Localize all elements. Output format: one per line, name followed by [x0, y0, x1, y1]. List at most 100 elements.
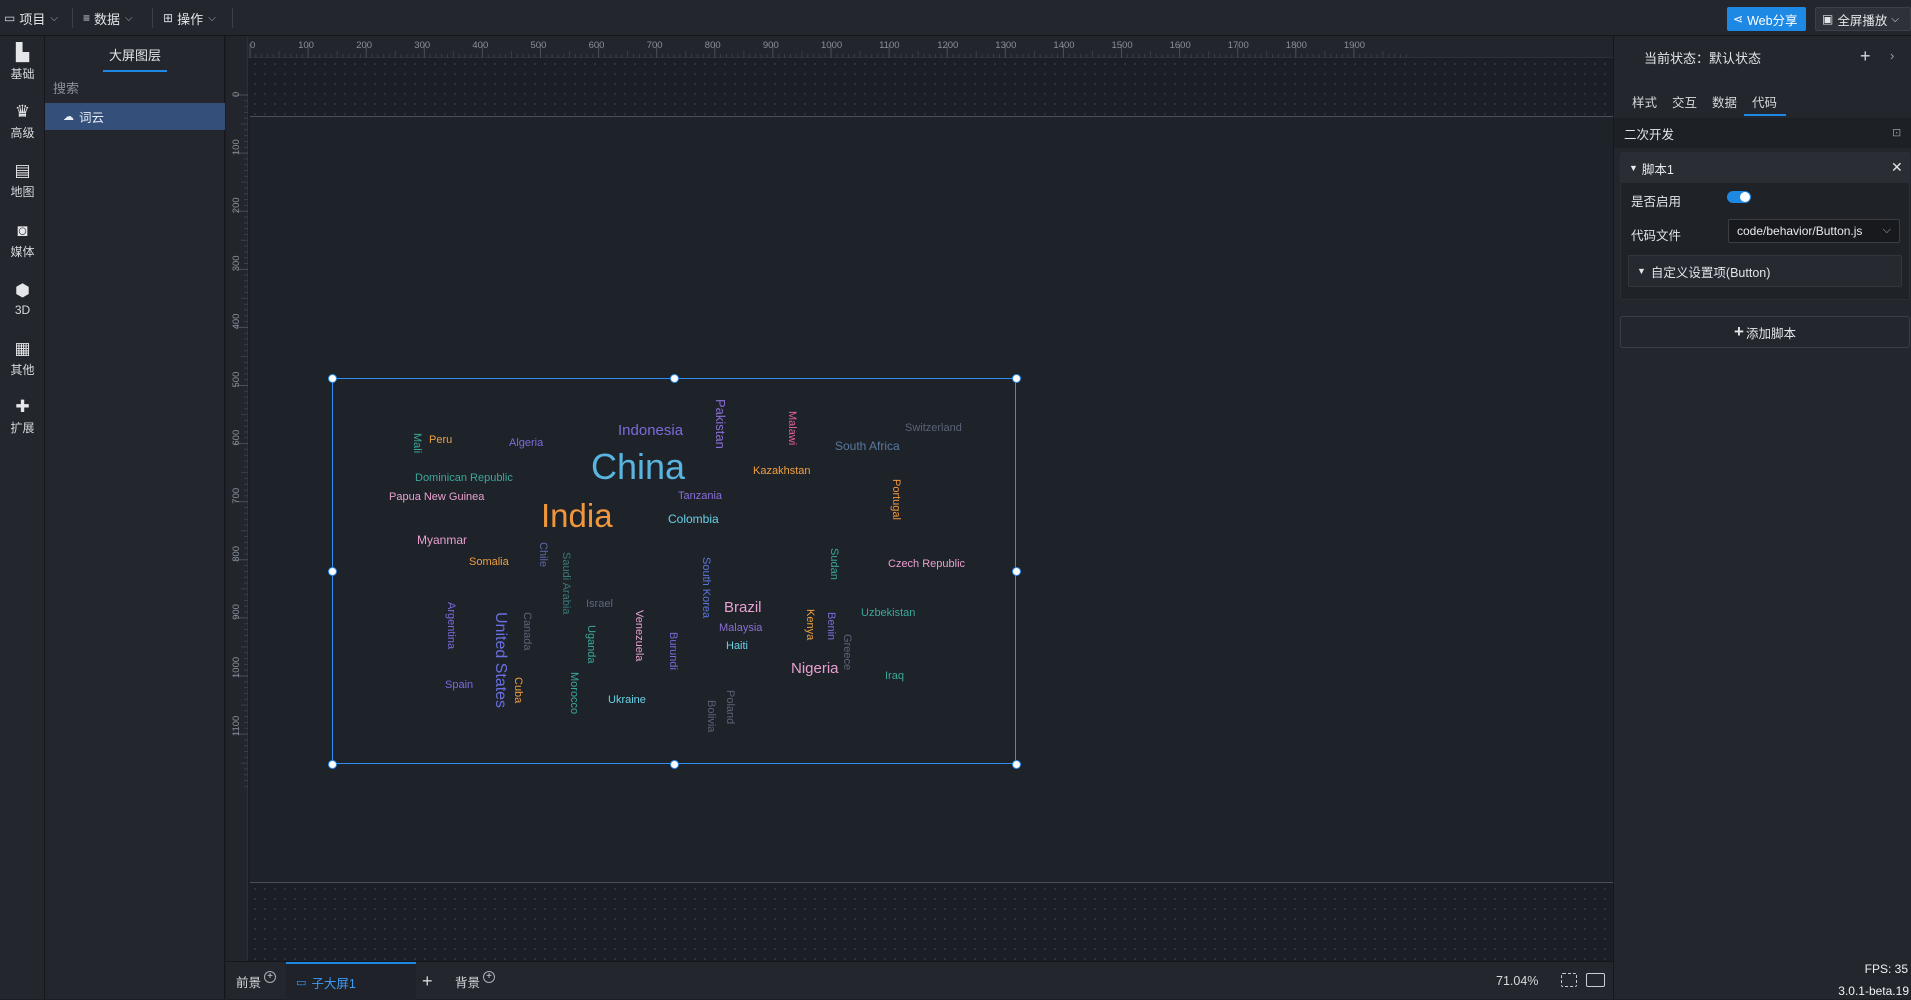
rail-item-3d[interactable]: ⬢ 3D [0, 274, 45, 324]
wordcloud-word: Colombia [668, 512, 719, 526]
fit-screen-icon[interactable] [1561, 973, 1577, 987]
layers-panel-title[interactable]: 大屏图层 [45, 36, 225, 72]
subscreen-label: 子大屏1 [311, 976, 356, 991]
tab-interaction[interactable]: 交互 [1672, 86, 1697, 116]
custom-settings-section[interactable]: ▼ 自定义设置项(Button) [1628, 255, 1902, 287]
wordcloud-word: Spain [445, 679, 474, 691]
wordcloud-word: Israel [586, 598, 613, 610]
add-script-button[interactable]: + 添加脚本 [1620, 316, 1910, 348]
wordcloud-word: Burundi [667, 632, 679, 670]
wordcloud-word: Malawi [786, 411, 798, 446]
wordcloud-widget[interactable]: China India Indonesia Pakistan Malawi Switzer… [327, 373, 1021, 769]
screen-artboard[interactable]: China India Indonesia Pakistan Malawi Switzer… [250, 116, 1613, 883]
web-share-button[interactable]: ⋖ Web分享 [1727, 7, 1806, 31]
ruler-label: 800 [231, 546, 242, 562]
menu-project[interactable]: ▭ 项目 ⌵ [4, 0, 58, 36]
ruler-label: 1000 [231, 657, 242, 678]
tab-data[interactable]: 数据 [1712, 86, 1737, 116]
foreground-tab[interactable]: 前景 + [236, 962, 277, 1000]
close-icon[interactable]: ✕ [1891, 159, 1903, 176]
resize-handle[interactable] [669, 759, 679, 769]
ruler-horizontal-ticks: 0 100 200 300 400 500 600 700 800 900 1000 1100 1200… [249, 40, 1407, 58]
menu-data[interactable]: ≡ 数据 ⌵ [83, 0, 133, 36]
caret-down-icon: ▼ [1629, 163, 1638, 173]
lock-icon[interactable]: ⊡ [1892, 126, 1901, 139]
keyboard-icon[interactable] [1586, 973, 1605, 987]
resize-handle[interactable] [1011, 373, 1021, 383]
rail-item-basic[interactable]: ▙ 基础 [0, 38, 45, 88]
rail-item-label: 其他 [10, 363, 35, 377]
ruler-label: 1600 [1170, 40, 1191, 51]
menu-operation[interactable]: ⊞ 操作 ⌵ [163, 0, 216, 36]
ruler-label: 0 [250, 40, 255, 51]
script-header[interactable]: ▼ 脚本1 ✕ [1621, 153, 1909, 183]
wordcloud-word: Czech Republic [888, 558, 966, 570]
resize-handle[interactable] [1011, 566, 1021, 576]
background-tab[interactable]: 背景 + [455, 962, 496, 1000]
script-card: ▼ 脚本1 ✕ 是否启用 代码文件 code/behavior/Button.j… [1620, 152, 1910, 300]
wordcloud-word: Bolivia [705, 700, 717, 733]
add-subscreen-button[interactable]: + [422, 962, 433, 1000]
wordcloud-word: Malaysia [719, 622, 763, 634]
add-background-icon[interactable]: + [483, 971, 496, 983]
resize-handle[interactable] [327, 759, 337, 769]
rail-item-map[interactable]: ▤ 地图 [0, 156, 45, 206]
code-file-select[interactable]: code/behavior/Button.js ⌵ [1728, 219, 1900, 243]
ruler-label: 600 [589, 40, 605, 51]
wordcloud-word: Greece [841, 634, 853, 671]
layer-item-wordcloud[interactable]: ☁ 词云 [45, 103, 225, 130]
layer-search-input[interactable] [45, 74, 225, 102]
rail-item-extend[interactable]: ✚ 扩展 [0, 392, 45, 442]
tab-style[interactable]: 样式 [1632, 86, 1657, 116]
resize-handle[interactable] [1011, 759, 1021, 769]
wordcloud-word: Mali [411, 433, 423, 454]
enabled-toggle[interactable] [1727, 191, 1751, 203]
fullscreen-icon: ▣ [1822, 12, 1834, 26]
wordcloud-word: Algeria [509, 437, 544, 449]
add-foreground-icon[interactable]: + [264, 971, 277, 983]
rail-item-media[interactable]: ◙ 媒体 [0, 216, 45, 266]
fullscreen-button[interactable]: ▣ 全屏播放 ⌵ [1815, 7, 1911, 31]
rail-item-label: 地图 [10, 185, 35, 199]
chevron-down-icon: ⌵ [1882, 224, 1891, 236]
media-icon: ◙ [17, 221, 28, 240]
resize-handle[interactable] [327, 566, 337, 576]
ruler-label: 1000 [821, 40, 842, 51]
bar-chart-icon: ▙ [15, 43, 30, 62]
ruler-label: 1900 [1344, 40, 1365, 51]
ruler-vertical: 0 100 200 300 400 500 600 700 800 900 1000 1100 [226, 36, 248, 961]
editor-canvas[interactable]: China India Indonesia Pakistan Malawi Switzer… [226, 36, 1613, 961]
resize-handle[interactable] [669, 373, 679, 383]
rail-item-other[interactable]: ▦ 其他 [0, 334, 45, 384]
wordcloud-word: Argentina [445, 602, 457, 650]
caret-down-icon: ▼ [1637, 266, 1646, 276]
background-label: 背景 [455, 975, 481, 990]
ruler-label: 1200 [937, 40, 958, 51]
layers-title-underline [103, 70, 167, 72]
ruler-label: 500 [531, 40, 547, 51]
wordcloud-word: Cuba [512, 677, 524, 704]
layers-panel: 大屏图层 ☁ 词云 [45, 36, 225, 999]
foreground-label: 前景 [236, 975, 262, 990]
resize-handle[interactable] [327, 373, 337, 383]
wordcloud-word: Switzerland [905, 422, 962, 434]
zoom-level[interactable]: 71.04% [1496, 962, 1538, 1000]
web-share-label: Web分享 [1747, 13, 1798, 28]
wordcloud-word: Ukraine [608, 694, 646, 706]
wordcloud-word: China [591, 446, 686, 487]
wordcloud-word: Dominican Republic [415, 472, 513, 484]
add-state-icon[interactable]: + [1860, 46, 1871, 67]
tab-subscreen-1[interactable]: ▭ 子大屏1 [286, 962, 416, 1000]
ruler-label: 700 [647, 40, 663, 51]
wordcloud-word: Tanzania [678, 490, 723, 502]
ruler-label: 300 [231, 255, 242, 271]
tab-code[interactable]: 代码 [1752, 86, 1777, 116]
ruler-label: 0 [231, 92, 242, 97]
code-file-value: code/behavior/Button.js [1737, 224, 1863, 238]
chevron-right-icon[interactable]: › [1890, 48, 1894, 63]
rail-item-advanced[interactable]: ♛ 高级 [0, 97, 45, 147]
wordcloud-word: Kenya [804, 609, 816, 641]
wordcloud-word: Iraq [885, 670, 904, 682]
database-icon: ≡ [83, 11, 91, 25]
chevron-down-icon: ⌵ [1891, 13, 1899, 25]
